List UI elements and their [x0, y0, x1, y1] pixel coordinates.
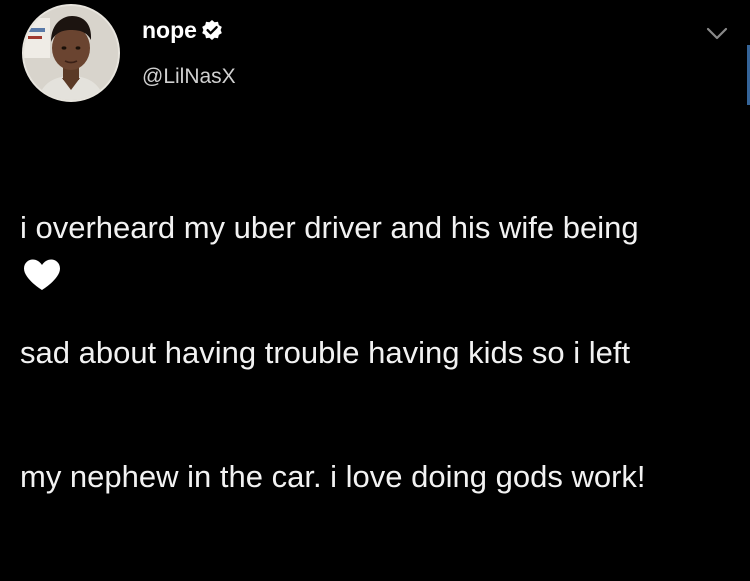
display-name[interactable]: nope	[142, 16, 197, 44]
chevron-down-icon[interactable]	[705, 26, 729, 42]
user-handle[interactable]: @LilNasX	[142, 64, 236, 90]
heart-icon[interactable]	[22, 258, 62, 292]
tweet-card: nope @LilNasX i overheard my uber driver…	[0, 0, 750, 494]
tweet-text: i overheard my uber driver and his wife …	[20, 124, 730, 581]
tweet-text-line: sad about having trouble having kids so …	[20, 334, 631, 370]
avatar[interactable]	[22, 4, 120, 102]
tweet-text-line: my nephew in the car. i love doing gods …	[20, 459, 646, 494]
avatar-image	[24, 6, 118, 100]
tweet-text-line: i overheard my uber driver and his wife …	[20, 210, 639, 245]
verified-badge-icon	[202, 20, 222, 40]
